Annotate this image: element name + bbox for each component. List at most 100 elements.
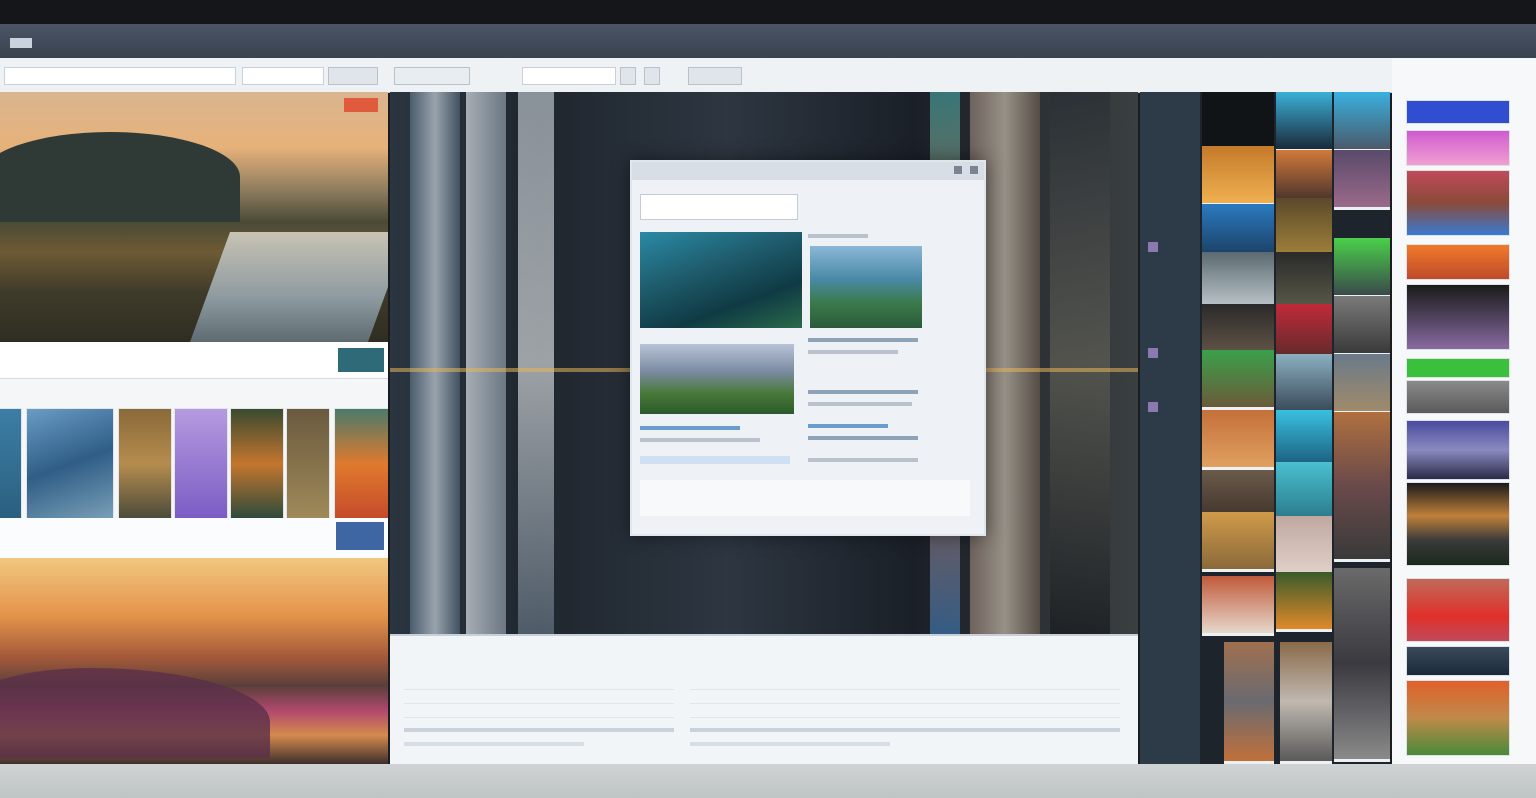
filmstrip-thumbnail[interactable] (1334, 150, 1390, 210)
strip-thumbnail[interactable] (230, 408, 284, 520)
gallery-thumbnail[interactable] (1406, 646, 1510, 676)
property-divider (690, 742, 890, 746)
gallery-thumbnail[interactable] (1406, 420, 1510, 480)
filmstrip-thumbnail[interactable] (1224, 642, 1274, 764)
rail-marker[interactable] (1148, 348, 1158, 358)
hero-image-sunset-shore[interactable] (0, 558, 388, 764)
dialog-text-line (808, 350, 898, 354)
monitor-bottom-bezel (0, 764, 1536, 798)
property-row[interactable] (690, 678, 1120, 690)
gallery-thumbnail[interactable] (1406, 130, 1510, 166)
minimize-icon[interactable] (954, 166, 962, 174)
strip-thumbnail[interactable] (118, 408, 172, 520)
filmstrip-thumbnail[interactable] (1276, 572, 1332, 632)
property-row[interactable] (404, 692, 674, 704)
thumbnail-strip-toolbar (0, 342, 388, 379)
filmstrip-thumbnail[interactable] (1202, 512, 1274, 572)
strip-thumbnail[interactable] (0, 408, 22, 520)
property-divider (690, 728, 1120, 732)
strip-action-button[interactable] (338, 348, 384, 372)
gallery-thumbnail[interactable] (1406, 680, 1510, 756)
filter-dropdown[interactable] (242, 67, 324, 85)
filmstrip-thumbnail[interactable] (1202, 410, 1274, 470)
filmstrip-thumbnail[interactable] (1334, 354, 1390, 414)
filmstrip-thumbnail[interactable] (1334, 568, 1390, 762)
hero-badge[interactable] (344, 98, 378, 112)
filmstrip (1200, 92, 1390, 764)
gallery-thumbnail[interactable] (1406, 244, 1510, 280)
filmstrip-thumbnail[interactable] (1276, 252, 1332, 312)
filmstrip-thumbnail[interactable] (1276, 92, 1332, 152)
property-row[interactable] (690, 706, 1120, 718)
gallery-thumbnail[interactable] (1406, 358, 1510, 378)
tab-viewer[interactable] (394, 67, 470, 85)
dialog-text-line (640, 438, 760, 442)
hero-water (189, 232, 388, 342)
path-field[interactable] (4, 67, 236, 85)
app-logo-icon (10, 38, 32, 48)
gallery-thumbnail[interactable] (1406, 482, 1510, 566)
zoom-button[interactable] (688, 67, 742, 85)
filmstrip-thumbnail[interactable] (1202, 350, 1274, 410)
dialog-image-mountain[interactable] (640, 232, 802, 328)
dialog-text-line (808, 458, 918, 462)
dialog-text-line (808, 436, 918, 440)
rail-marker[interactable] (1148, 402, 1158, 412)
dialog-checkbox-row[interactable] (640, 456, 790, 464)
property-row[interactable] (404, 706, 674, 718)
filmstrip-thumbnail[interactable] (1276, 410, 1332, 470)
dialog-search-input[interactable] (640, 194, 798, 220)
rail-marker[interactable] (1148, 242, 1158, 252)
dialog-image-hills[interactable] (640, 344, 794, 414)
divider-icon[interactable] (644, 67, 660, 85)
properties-panel (390, 634, 1138, 766)
gallery-thumbnail[interactable] (1406, 284, 1510, 350)
filmstrip-thumbnail[interactable] (1202, 92, 1274, 152)
filmstrip-thumbnail[interactable] (1276, 198, 1332, 258)
close-icon[interactable] (970, 166, 978, 174)
dialog-text-line (808, 402, 912, 406)
side-rail (1140, 92, 1200, 764)
filmstrip-header (1140, 58, 1390, 92)
strip-thumbnail[interactable] (26, 408, 114, 520)
caption-row (0, 518, 388, 558)
gallery-panel (1392, 58, 1536, 764)
filmstrip-thumbnail[interactable] (1334, 92, 1390, 152)
viewer-shelf-blur (466, 92, 506, 634)
filmstrip-thumbnail[interactable] (1334, 238, 1390, 298)
dialog-text-line (808, 338, 918, 342)
filmstrip-thumbnail[interactable] (1276, 462, 1332, 522)
property-row[interactable] (404, 678, 674, 690)
preview-dialog[interactable] (630, 160, 986, 536)
tool-field[interactable] (522, 67, 616, 85)
pencil-icon[interactable] (620, 67, 636, 85)
dialog-link-line[interactable] (808, 424, 888, 428)
gallery-thumbnail[interactable] (1406, 380, 1510, 414)
filmstrip-thumbnail[interactable] (1276, 354, 1332, 414)
filmstrip-thumbnail[interactable] (1202, 576, 1274, 636)
dialog-image-valley[interactable] (810, 246, 922, 328)
dialog-link-line[interactable] (640, 426, 740, 430)
viewer-shelf-blur (518, 92, 554, 634)
viewer-shelf-blur (1050, 92, 1110, 634)
strip-thumbnail[interactable] (286, 408, 330, 520)
property-row[interactable] (690, 692, 1120, 704)
filmstrip-thumbnail[interactable] (1202, 146, 1274, 206)
dialog-footer (640, 480, 970, 516)
caption-color-chip[interactable] (336, 522, 384, 550)
gallery-thumbnail-selected[interactable] (1406, 100, 1510, 124)
gallery-thumbnail[interactable] (1406, 170, 1510, 236)
hero-image-lake-sunset[interactable] (0, 92, 388, 342)
dialog-text-line (808, 234, 868, 238)
monitor-top-bezel (0, 0, 1536, 24)
dialog-text-line (808, 390, 918, 394)
filmstrip-thumbnail[interactable] (1276, 516, 1332, 576)
strip-thumbnail[interactable] (174, 408, 228, 520)
strip-thumbnail[interactable] (334, 408, 388, 520)
filmstrip-thumbnail[interactable] (1202, 252, 1274, 312)
filmstrip-thumbnail[interactable] (1334, 296, 1390, 356)
filmstrip-thumbnail[interactable] (1280, 642, 1332, 764)
gallery-thumbnail[interactable] (1406, 578, 1510, 642)
filmstrip-thumbnail[interactable] (1334, 412, 1390, 562)
view-button[interactable] (328, 67, 378, 85)
